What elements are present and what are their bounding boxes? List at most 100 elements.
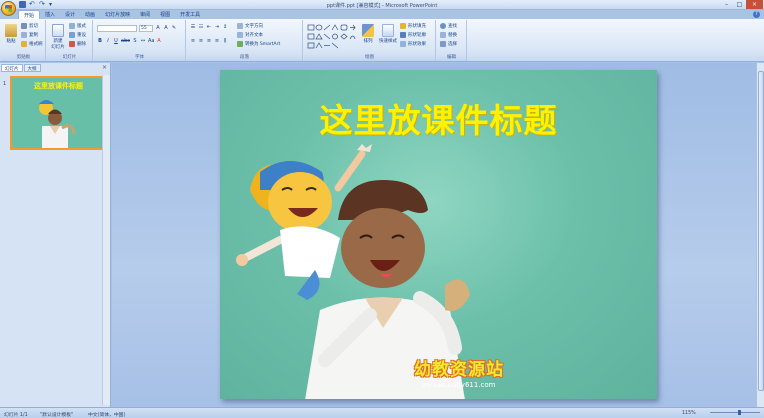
shape-outline-label: 形状轮廓 xyxy=(408,33,426,38)
arrange-button[interactable]: 排列 xyxy=(360,24,376,44)
office-button[interactable] xyxy=(1,1,16,16)
layout-icon xyxy=(69,23,75,29)
tab-slideshow[interactable]: 幻灯片放映 xyxy=(100,10,135,19)
tab-outline-panel[interactable]: 大纲 xyxy=(23,64,41,72)
delete-label: 删除 xyxy=(77,42,86,47)
align-text-label: 对齐文本 xyxy=(245,33,263,38)
shape-outline-button[interactable]: 形状轮廓 xyxy=(400,32,426,38)
justify-icon[interactable]: ≡ xyxy=(214,38,220,45)
underline-button[interactable]: U xyxy=(113,38,119,45)
cut-button[interactable]: 剪切 xyxy=(21,23,38,29)
tab-view[interactable]: 视图 xyxy=(155,10,175,19)
copy-button[interactable]: 复制 xyxy=(21,32,38,38)
bullets-icon[interactable]: ☰ xyxy=(190,24,196,31)
find-label: 查找 xyxy=(448,24,457,29)
brush-icon xyxy=(21,41,27,47)
paste-icon xyxy=(5,24,17,37)
close-button[interactable]: × xyxy=(746,0,763,9)
shapes-gallery[interactable] xyxy=(307,24,357,50)
tab-home[interactable]: 开始 xyxy=(18,10,41,19)
shape-fill-button[interactable]: 形状填充 xyxy=(400,23,426,29)
help-icon[interactable]: ? xyxy=(753,11,760,18)
copy-icon xyxy=(21,32,27,38)
align-text-button[interactable]: 对齐文本 xyxy=(237,32,263,38)
watermark: 幼教资源站 ziyuan.baby611.com xyxy=(404,355,514,389)
window-controls: – □ × xyxy=(720,0,763,9)
align-left-icon[interactable]: ≡ xyxy=(190,38,196,45)
group-clipboard: 粘贴 剪切 复制 格式刷 剪贴板 xyxy=(2,20,46,61)
text-direction-button[interactable]: 文字方向 xyxy=(237,23,263,29)
replace-label: 替换 xyxy=(448,33,457,38)
font-color-icon[interactable]: A xyxy=(156,38,162,45)
strikethrough-button[interactable]: abc xyxy=(121,38,130,45)
reset-icon xyxy=(69,32,75,38)
format-painter-button[interactable]: 格式刷 xyxy=(21,41,43,47)
columns-icon[interactable]: ⫼ xyxy=(222,38,228,45)
editing-group-label: 编辑 xyxy=(437,54,466,61)
tab-animations[interactable]: 动画 xyxy=(80,10,100,19)
text-direction-label: 文字方向 xyxy=(245,24,263,29)
select-icon xyxy=(440,41,446,47)
maximize-button[interactable]: □ xyxy=(733,0,746,9)
thumbnail-illustration xyxy=(39,100,76,148)
quick-styles-icon xyxy=(382,24,394,37)
shrink-font-icon[interactable]: A xyxy=(163,25,169,32)
smartart-label: 转换为 SmartArt xyxy=(245,42,281,47)
panel-close-icon[interactable]: × xyxy=(102,64,107,71)
tab-review[interactable]: 审阅 xyxy=(135,10,155,19)
font-size-field[interactable]: 55 xyxy=(139,25,153,32)
tab-design[interactable]: 设计 xyxy=(60,10,80,19)
watermark-title: 幼教资源站 xyxy=(414,360,504,380)
reset-button[interactable]: 重设 xyxy=(69,32,86,38)
status-bar: 幻灯片 1/1 "默认设计模板" 中文(简体，中国) 115% xyxy=(0,407,764,418)
tab-slides-panel[interactable]: 幻灯片 xyxy=(1,64,23,72)
status-slide-info: 幻灯片 1/1 xyxy=(4,413,28,418)
shadow-button[interactable]: S xyxy=(132,38,138,45)
delete-button[interactable]: 删除 xyxy=(69,41,86,47)
replace-button[interactable]: 替换 xyxy=(440,32,457,38)
slide-canvas[interactable]: 这里放课件标题 幼教资源站 ziyuan.baby611.com xyxy=(220,70,657,399)
group-paragraph: ☰ ☷ ⇤ ⇥ ↕ ≡ ≡ ≡ ≡ ⫼ 文字方向 对齐文本 转换为 SmartA… xyxy=(187,20,303,61)
arrange-icon xyxy=(362,24,374,37)
font-name-field[interactable] xyxy=(97,25,137,32)
increase-indent-icon[interactable]: ⇥ xyxy=(214,24,220,31)
bold-button[interactable]: B xyxy=(97,38,103,45)
font-format-row: B I U abc S ↔ Aa A xyxy=(97,38,162,45)
new-slide-button[interactable]: 新建 幻灯片 xyxy=(49,24,67,50)
ribbon-tabs: 开始 插入 设计 动画 幻灯片放映 审阅 视图 开发工具 xyxy=(18,10,205,19)
decrease-indent-icon[interactable]: ⇤ xyxy=(206,24,212,31)
layout-button[interactable]: 版式 xyxy=(69,23,86,29)
pen-icon xyxy=(400,32,406,38)
align-center-icon[interactable]: ≡ xyxy=(198,38,204,45)
replace-icon xyxy=(440,32,446,38)
vertical-scrollbar[interactable] xyxy=(756,63,764,407)
tab-insert[interactable]: 插入 xyxy=(40,10,60,19)
slide-thumbnail[interactable]: 这里放课件标题 xyxy=(10,76,107,150)
scroll-thumb[interactable] xyxy=(758,71,764,391)
smartart-button[interactable]: 转换为 SmartArt xyxy=(237,41,280,47)
grow-font-icon[interactable]: A xyxy=(155,25,161,32)
shape-effects-button[interactable]: 形状效果 xyxy=(400,41,426,47)
change-case-icon[interactable]: Aa xyxy=(148,38,154,45)
find-button[interactable]: 查找 xyxy=(440,23,457,29)
line-spacing-icon[interactable]: ↕ xyxy=(222,24,228,31)
quick-styles-button[interactable]: 快速样式 xyxy=(378,24,398,44)
tab-developer[interactable]: 开发工具 xyxy=(175,10,205,19)
paragraph-align-row: ≡ ≡ ≡ ≡ ⫼ xyxy=(190,38,228,45)
font-group-label: 字体 xyxy=(94,54,185,61)
clear-format-icon[interactable]: ✎ xyxy=(171,25,177,32)
minimize-button[interactable]: – xyxy=(720,0,733,9)
spacing-icon[interactable]: ↔ xyxy=(140,38,146,45)
find-icon xyxy=(440,23,446,29)
align-right-icon[interactable]: ≡ xyxy=(206,38,212,45)
panel-scrollbar[interactable] xyxy=(102,75,110,405)
paste-button[interactable]: 粘贴 xyxy=(3,24,19,44)
italic-button[interactable]: I xyxy=(105,38,111,45)
numbering-icon[interactable]: ☷ xyxy=(198,24,204,31)
select-button[interactable]: 选择 xyxy=(440,41,457,47)
status-zoom[interactable]: 115% xyxy=(682,411,696,416)
slide-number: 1 xyxy=(3,81,7,87)
zoom-slider[interactable] xyxy=(710,410,760,415)
fill-bucket-icon xyxy=(400,23,406,29)
group-font: 55 A A ✎ B I U abc S ↔ Aa A 字体 xyxy=(94,20,186,61)
